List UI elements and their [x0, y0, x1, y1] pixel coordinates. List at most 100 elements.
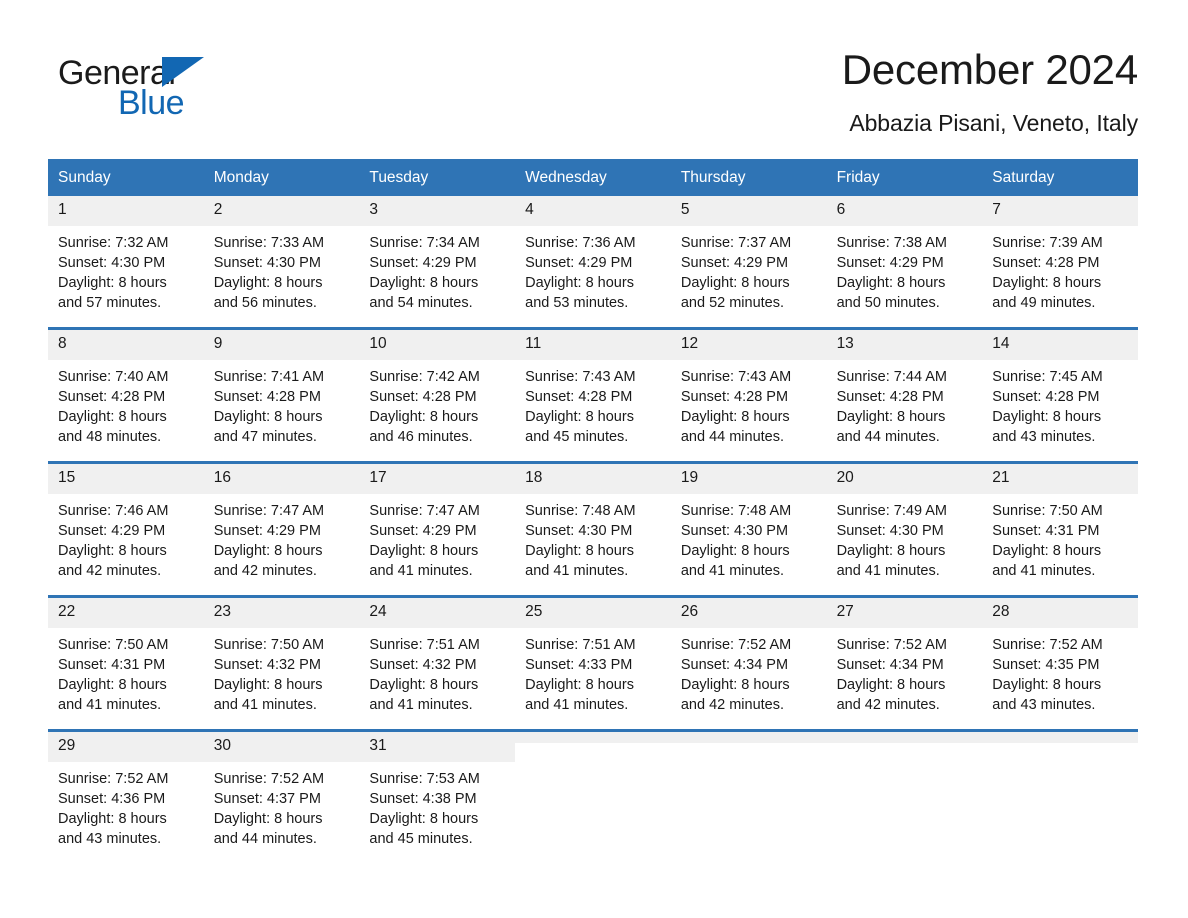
calendar-day-cell[interactable]: 3 Sunrise: 7:34 AM Sunset: 4:29 PM Daylight…	[359, 196, 516, 317]
calendar-day-cell[interactable]: 29 Sunrise: 7:52 AM Sunset: 4:36 PM Dayligh…	[48, 732, 204, 853]
day-detail-line: Sunrise: 7:47 AM	[369, 502, 480, 519]
day-detail-line: Sunset: 4:38 PM	[369, 790, 477, 807]
day-detail-line: Daylight: 8 hours	[369, 676, 479, 693]
weekday-header-row: Sunday Monday Tuesday Wednesday Thursday Frid…	[48, 158, 1138, 197]
day-detail-line: Daylight: 8 hours	[525, 408, 634, 425]
day-detail-line: and 41 minutes.	[836, 562, 940, 579]
day-detail-line: Sunrise: 7:38 AM	[836, 234, 947, 251]
day-detail-line: Sunset: 4:32 PM	[213, 656, 321, 673]
calendar-week-row: 22 Sunrise: 7:50 AM Sunset: 4:31 PM Dayligh…	[48, 595, 1138, 719]
calendar-week-row: 29 Sunrise: 7:52 AM Sunset: 4:36 PM Dayligh…	[48, 729, 1138, 853]
calendar-day-cell[interactable]: 1 Sunrise: 7:32 AM Sunset: 4:30 PM Daylight…	[48, 196, 204, 317]
day-detail-line: Sunrise: 7:50 AM	[58, 636, 169, 653]
day-detail-line: Sunset: 4:29 PM	[525, 254, 633, 271]
day-detail-line: Sunrise: 7:48 AM	[680, 502, 792, 519]
day-detail-line: Daylight: 8 hours	[369, 542, 479, 559]
day-detail-line: Sunrise: 7:52 AM	[680, 636, 792, 653]
calendar-day-cell[interactable]: 24 Sunrise: 7:51 AM Sunset: 4:32 PM Dayligh…	[359, 598, 516, 719]
day-number: 27	[836, 603, 854, 621]
day-detail-line: and 48 minutes.	[58, 428, 162, 445]
day-detail-line: Daylight: 8 hours	[836, 542, 946, 559]
calendar-day-cell[interactable]: 12 Sunrise: 7:43 AM Sunset: 4:28 PM Dayligh…	[670, 330, 827, 451]
calendar-day-cell[interactable]: 16 Sunrise: 7:47 AM Sunset: 4:29 PM Dayligh…	[203, 464, 360, 585]
calendar-day-cell[interactable]: 13 Sunrise: 7:44 AM Sunset: 4:28 PM Dayligh…	[826, 330, 983, 451]
day-number-band: 30	[203, 732, 360, 762]
day-number-band: 26	[670, 598, 827, 628]
day-detail-line: Sunset: 4:28 PM	[836, 388, 944, 405]
day-details: Sunrise: 7:43 AM Sunset: 4:28 PM Daylight:…	[515, 360, 671, 447]
day-detail-line: Sunrise: 7:41 AM	[213, 368, 325, 385]
day-detail-line: Sunrise: 7:43 AM	[680, 368, 792, 385]
calendar-day-cell[interactable]: 11 Sunrise: 7:43 AM Sunset: 4:28 PM Dayligh…	[515, 330, 671, 451]
calendar-day-cell[interactable]: 22 Sunrise: 7:50 AM Sunset: 4:31 PM Dayligh…	[48, 598, 204, 719]
day-detail-line: Daylight: 8 hours	[58, 408, 167, 425]
weekday-header-friday: Friday	[836, 168, 880, 186]
day-detail-line: and 41 minutes.	[525, 696, 629, 713]
calendar-day-cell[interactable]: 17 Sunrise: 7:47 AM Sunset: 4:29 PM Dayligh…	[359, 464, 516, 585]
day-detail-line: Daylight: 8 hours	[525, 676, 634, 693]
day-number: 29	[58, 737, 76, 755]
day-details: Sunrise: 7:48 AM Sunset: 4:30 PM Daylight:…	[515, 494, 671, 581]
day-number-band: 9	[203, 330, 360, 360]
day-details: Sunrise: 7:47 AM Sunset: 4:29 PM Daylight:…	[359, 494, 515, 581]
day-detail-line: and 44 minutes.	[213, 830, 317, 847]
day-number-band: 3	[359, 196, 516, 226]
calendar-day-cell[interactable]: 10 Sunrise: 7:42 AM Sunset: 4:28 PM Dayligh…	[359, 330, 516, 451]
calendar-day-cell[interactable]: 18 Sunrise: 7:48 AM Sunset: 4:30 PM Dayligh…	[515, 464, 671, 585]
calendar-day-cell[interactable]: 26 Sunrise: 7:52 AM Sunset: 4:34 PM Dayligh…	[670, 598, 827, 719]
calendar-day-cell[interactable]: 30 Sunrise: 7:52 AM Sunset: 4:37 PM Dayligh…	[203, 732, 360, 853]
calendar-day-cell[interactable]: 7 Sunrise: 7:39 AM Sunset: 4:28 PM Daylight…	[982, 196, 1138, 317]
calendar-day-cell[interactable]: 23 Sunrise: 7:50 AM Sunset: 4:32 PM Dayligh…	[203, 598, 360, 719]
day-details: Sunrise: 7:39 AM Sunset: 4:28 PM Daylight:…	[982, 226, 1138, 313]
day-detail-line: Sunrise: 7:45 AM	[992, 368, 1103, 385]
day-detail-line: and 57 minutes.	[58, 294, 162, 311]
calendar-day-cell[interactable]: 28 Sunrise: 7:52 AM Sunset: 4:35 PM Dayligh…	[982, 598, 1138, 719]
calendar-day-cell[interactable]: 8 Sunrise: 7:40 AM Sunset: 4:28 PM Daylight…	[48, 330, 204, 451]
calendar-day-cell[interactable]: 14 Sunrise: 7:45 AM Sunset: 4:28 PM Dayligh…	[982, 330, 1138, 451]
day-detail-line: Sunset: 4:30 PM	[58, 254, 166, 271]
day-detail-line: Sunset: 4:28 PM	[58, 388, 166, 405]
day-number-band: 20	[826, 464, 983, 494]
calendar-day-cell[interactable]: 19 Sunrise: 7:48 AM Sunset: 4:30 PM Dayligh…	[670, 464, 827, 585]
calendar-day-cell[interactable]: 2 Sunrise: 7:33 AM Sunset: 4:30 PM Daylight…	[203, 196, 360, 317]
calendar-day-cell[interactable]: 27 Sunrise: 7:52 AM Sunset: 4:34 PM Dayligh…	[826, 598, 983, 719]
calendar-day-cell[interactable]: 5 Sunrise: 7:37 AM Sunset: 4:29 PM Daylight…	[670, 196, 827, 317]
day-number: 6	[836, 201, 846, 219]
day-detail-line: Sunrise: 7:48 AM	[525, 502, 636, 519]
day-number-band: 29	[48, 732, 204, 762]
day-number-band: 5	[670, 196, 827, 226]
day-detail-line: Daylight: 8 hours	[58, 676, 167, 693]
day-detail-line: and 52 minutes.	[680, 294, 785, 311]
day-detail-line: Daylight: 8 hours	[525, 274, 634, 291]
calendar-day-cell[interactable]: 21 Sunrise: 7:50 AM Sunset: 4:31 PM Dayligh…	[982, 464, 1138, 585]
calendar-day-cell[interactable]: 9 Sunrise: 7:41 AM Sunset: 4:28 PM Daylight…	[203, 330, 360, 451]
calendar-day-cell[interactable]: 6 Sunrise: 7:38 AM Sunset: 4:29 PM Daylight…	[826, 196, 983, 317]
day-number-band: 15	[48, 464, 204, 494]
calendar-day-cell-empty	[515, 732, 671, 853]
day-number-band: 14	[982, 330, 1138, 360]
day-detail-line: and 46 minutes.	[369, 428, 473, 445]
day-detail-line: and 45 minutes.	[525, 428, 629, 445]
calendar-day-cell[interactable]: 15 Sunrise: 7:46 AM Sunset: 4:29 PM Dayligh…	[48, 464, 204, 585]
day-details: Sunrise: 7:46 AM Sunset: 4:29 PM Daylight:…	[48, 494, 204, 581]
day-details: Sunrise: 7:36 AM Sunset: 4:29 PM Daylight:…	[515, 226, 671, 313]
day-number-band: 17	[359, 464, 516, 494]
day-detail-line: Daylight: 8 hours	[836, 676, 946, 693]
day-detail-line: Sunrise: 7:52 AM	[836, 636, 947, 653]
calendar-day-cell[interactable]: 25 Sunrise: 7:51 AM Sunset: 4:33 PM Dayligh…	[515, 598, 671, 719]
day-number-band: 27	[826, 598, 983, 628]
weekday-header-saturday: Saturday	[992, 168, 1055, 186]
day-detail-line: Sunrise: 7:52 AM	[992, 636, 1103, 653]
day-details	[982, 743, 1138, 750]
calendar-weeks: 1 Sunrise: 7:32 AM Sunset: 4:30 PM Daylight…	[48, 196, 1138, 853]
day-detail-line: Sunrise: 7:46 AM	[58, 502, 169, 519]
calendar-day-cell[interactable]: 4 Sunrise: 7:36 AM Sunset: 4:29 PM Daylight…	[515, 196, 671, 317]
day-detail-line: Sunset: 4:29 PM	[836, 254, 944, 271]
day-detail-line: Daylight: 8 hours	[213, 810, 323, 827]
calendar-day-cell[interactable]: 31 Sunrise: 7:53 AM Sunset: 4:38 PM Dayligh…	[359, 732, 516, 853]
day-number: 20	[836, 469, 854, 487]
day-number-band: 2	[203, 196, 360, 226]
day-detail-line: Daylight: 8 hours	[369, 274, 479, 291]
day-number-band: 7	[982, 196, 1138, 226]
calendar-day-cell[interactable]: 20 Sunrise: 7:49 AM Sunset: 4:30 PM Dayligh…	[826, 464, 983, 585]
